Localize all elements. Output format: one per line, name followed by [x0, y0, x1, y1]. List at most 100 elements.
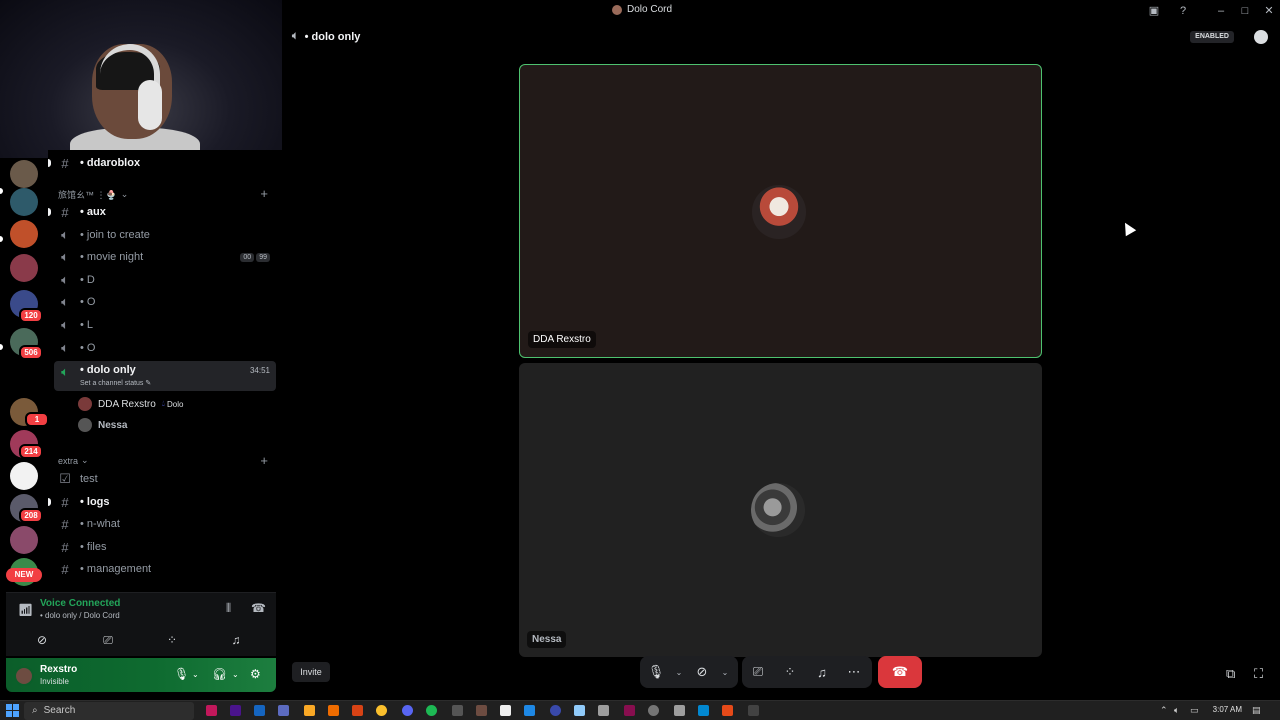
app-icon[interactable] — [698, 705, 709, 716]
app-icon[interactable] — [748, 705, 759, 716]
pop-out-icon[interactable]: ⧉ — [1226, 666, 1235, 682]
user-name[interactable]: Rexstro — [40, 664, 77, 675]
channel-o[interactable]: 🔈︎ • O — [54, 292, 276, 312]
screen-share-button[interactable]: ⎚ — [78, 629, 138, 651]
channel-l[interactable]: 🔈︎ • L — [54, 315, 276, 335]
avatar — [78, 397, 92, 411]
noise-suppression-icon[interactable]: ⫴ — [226, 601, 231, 616]
activities-icon[interactable]: ⁘ — [774, 664, 806, 680]
fullscreen-icon[interactable]: ⛶ — [1254, 666, 1263, 682]
chevron-down-icon[interactable]: ⌄ — [718, 668, 732, 677]
server-icon[interactable] — [10, 188, 38, 216]
app-icon[interactable] — [598, 705, 609, 716]
chat-icon[interactable] — [1254, 30, 1268, 44]
channel-management[interactable]: # • management — [54, 559, 276, 579]
chevron-down-icon[interactable]: ⌄ — [672, 668, 686, 677]
steam-icon[interactable] — [574, 705, 585, 716]
start-button[interactable] — [6, 704, 19, 717]
app-icon[interactable] — [476, 705, 487, 716]
rules-icon: ☑ — [59, 471, 71, 486]
spotify-icon[interactable] — [426, 705, 437, 716]
channel-dolo-only[interactable]: 🔈︎ • dolo only Set a channel status ✎ 34… — [54, 361, 276, 391]
voice-member[interactable]: DDA Rexstro 💧︎ Dolo — [78, 394, 183, 414]
add-channel-icon[interactable]: + — [260, 186, 268, 201]
channel-movie-night[interactable]: 🔈︎ • movie night 00 99 — [54, 247, 276, 267]
app-icon[interactable] — [352, 705, 363, 716]
hang-up-button[interactable]: ☎ — [878, 656, 922, 688]
app-icon[interactable] — [648, 705, 659, 716]
channel-label: • D — [80, 274, 95, 286]
activities-button[interactable]: ⁘ — [142, 629, 202, 651]
server-icon[interactable] — [10, 220, 38, 248]
camera-off-button[interactable]: ⊘ — [12, 629, 72, 651]
status-badge[interactable]: ENABLED — [1190, 31, 1234, 43]
clock[interactable]: 3:07 AM — [1213, 705, 1242, 714]
channel-n-what[interactable]: # • n-what — [54, 514, 276, 534]
category-header[interactable]: extra ⌄ — [58, 455, 89, 466]
screen-share-icon[interactable]: ⎚ — [742, 664, 774, 680]
server-icon[interactable] — [10, 462, 38, 490]
network-icon[interactable]: ▭ — [1190, 705, 1199, 716]
headphones-icon[interactable]: 🎧︎ — [212, 667, 227, 681]
chevron-down-icon[interactable]: ⌄ — [192, 670, 199, 679]
microphone-icon[interactable]: 🎙︎ — [640, 664, 672, 680]
app-icon[interactable] — [500, 705, 511, 716]
chevron-up-icon[interactable]: ⌃ — [1160, 705, 1168, 716]
camera-off-icon[interactable]: ⊘ — [686, 664, 718, 680]
disconnect-icon[interactable]: ☎ — [251, 601, 266, 615]
channel-ddaroblox[interactable]: # • ddaroblox — [48, 153, 276, 173]
app-icon[interactable] — [376, 705, 387, 716]
video-tile-speaking[interactable]: DDA Rexstro — [519, 64, 1042, 358]
channel-logs[interactable]: # • logs — [48, 492, 276, 512]
app-icon[interactable] — [674, 705, 685, 716]
server-folder-icon[interactable] — [10, 254, 38, 282]
inbox-icon[interactable]: ▣ — [1146, 3, 1162, 19]
video-tile[interactable]: Nessa — [519, 363, 1042, 657]
channel-o-2[interactable]: 🔈︎ • O — [54, 338, 276, 358]
channel-aux[interactable]: # • aux — [48, 202, 276, 222]
maximize-button[interactable]: □ — [1237, 3, 1253, 19]
help-icon[interactable]: ? — [1175, 3, 1191, 19]
channel-test[interactable]: ☑ test — [54, 469, 276, 489]
channel-d[interactable]: 🔈︎ • D — [54, 270, 276, 290]
app-icon[interactable] — [206, 705, 217, 716]
voice-connected-subtitle[interactable]: • dolo only / Dolo Cord — [40, 611, 120, 620]
member-tag-text: Dolo — [167, 399, 184, 409]
channel-status[interactable]: Set a channel status ✎ — [80, 379, 151, 387]
chevron-down-icon[interactable]: ⌄ — [232, 670, 239, 679]
app-icon[interactable] — [230, 705, 241, 716]
soundboard-icon[interactable]: ♫ — [806, 665, 838, 680]
invite-button[interactable]: Invite — [292, 662, 330, 682]
minimize-button[interactable]: – — [1213, 3, 1229, 19]
channel-status-text: Set a channel status — [80, 380, 144, 387]
voice-member[interactable]: Nessa — [78, 415, 127, 435]
server-icon[interactable] — [10, 160, 38, 188]
channel-join-to-create[interactable]: 🔈︎ • join to create — [54, 225, 276, 245]
channel-label: • O — [80, 296, 96, 308]
more-icon[interactable]: ⋯ — [838, 664, 870, 680]
app-icon[interactable] — [524, 705, 535, 716]
server-icon[interactable] — [10, 526, 38, 554]
channel-label: • O — [80, 342, 96, 354]
discord-icon[interactable] — [402, 705, 413, 716]
notifications-icon[interactable]: ▤ — [1252, 705, 1261, 716]
avatar[interactable] — [14, 666, 34, 686]
soundboard-button[interactable]: ♫ — [206, 629, 266, 651]
file-explorer-icon[interactable] — [304, 705, 315, 716]
category-header[interactable]: 旅馆ㄠ™ ⋮🍨 ⌄ — [58, 188, 128, 201]
app-icon[interactable] — [254, 705, 265, 716]
add-channel-icon[interactable]: + — [260, 453, 268, 468]
app-icon[interactable] — [722, 705, 733, 716]
signal-icon[interactable]: 📶︎ — [18, 603, 33, 617]
volume-icon[interactable]: 🔈︎ — [1174, 705, 1179, 716]
channel-files[interactable]: # • files — [54, 537, 276, 557]
microphone-icon[interactable]: 🎙︎ — [174, 667, 189, 681]
app-icon[interactable] — [550, 705, 561, 716]
app-icon[interactable] — [452, 705, 463, 716]
gear-icon[interactable]: ⚙ — [250, 667, 261, 681]
app-icon[interactable] — [624, 705, 635, 716]
app-icon[interactable] — [278, 705, 289, 716]
app-icon[interactable] — [328, 705, 339, 716]
taskbar-search[interactable]: ⌕ Search — [24, 702, 194, 720]
close-button[interactable]: ✕ — [1261, 3, 1277, 19]
